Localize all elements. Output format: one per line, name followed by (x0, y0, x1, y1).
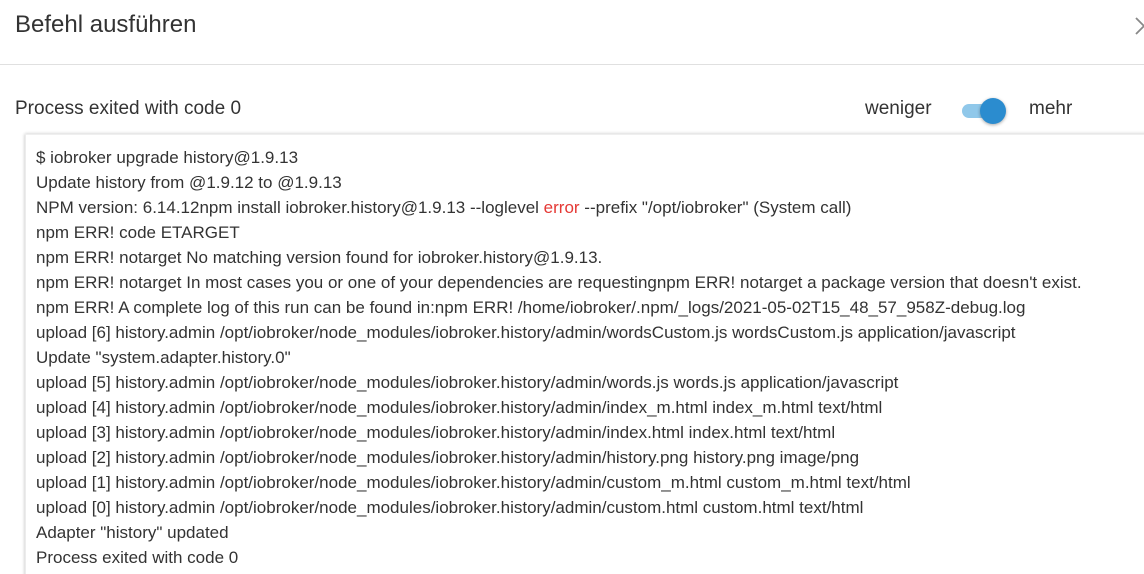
verbosity-toggle[interactable] (960, 96, 1008, 126)
log-line: Process exited with code 0 (36, 548, 239, 567)
status-row: Process exited with code 0 weniger mehr (0, 88, 1144, 130)
chevron-right-icon (1132, 12, 1144, 40)
log-line: upload [5] history.admin /opt/iobroker/n… (36, 373, 899, 392)
log-line: upload [4] history.admin /opt/iobroker/n… (36, 398, 883, 417)
log-line: $ iobroker upgrade history@1.9.13 (36, 148, 299, 167)
toggle-thumb[interactable] (980, 98, 1006, 124)
log-line-text: NPM version: 6.14.12npm install iobroker… (36, 198, 544, 217)
toggle-label-less: weniger (865, 98, 932, 119)
log-line: upload [6] history.admin /opt/iobroker/n… (36, 323, 1016, 342)
command-dialog: Befehl ausführen Process exited with cod… (0, 0, 1144, 574)
dialog-header: Befehl ausführen (0, 0, 1144, 65)
log-line: upload [2] history.admin /opt/iobroker/n… (36, 448, 860, 467)
log-line: upload [1] history.admin /opt/iobroker/n… (36, 473, 911, 492)
toggle-label-more: mehr (1029, 98, 1073, 119)
log-line-text: --prefix "/opt/iobroker" (System call) (579, 198, 852, 217)
log-lines: $ iobroker upgrade history@1.9.13 Update … (36, 145, 1144, 570)
log-line: upload [0] history.admin /opt/iobroker/n… (36, 498, 864, 517)
log-line: Adapter "history" updated (36, 523, 229, 542)
log-line: npm ERR! code ETARGET (36, 223, 240, 242)
log-line: npm ERR! notarget No matching version fo… (36, 248, 603, 267)
exit-status-text: Process exited with code 0 (15, 98, 242, 119)
close-button[interactable] (1132, 12, 1144, 40)
log-line: npm ERR! notarget In most cases you or o… (36, 273, 1082, 292)
log-level-error-text: error (543, 198, 580, 217)
log-line: upload [3] history.admin /opt/iobroker/n… (36, 423, 836, 442)
log-line: NPM version: 6.14.12npm install iobroker… (36, 195, 1144, 220)
dialog-title: Befehl ausführen (15, 11, 197, 38)
log-line: Update history from @1.9.12 to @1.9.13 (36, 173, 342, 192)
log-output-panel[interactable]: $ iobroker upgrade history@1.9.13 Update … (25, 134, 1144, 574)
log-line: npm ERR! A complete log of this run can … (36, 298, 1026, 317)
log-line: Update "system.adapter.history.0" (36, 348, 291, 367)
